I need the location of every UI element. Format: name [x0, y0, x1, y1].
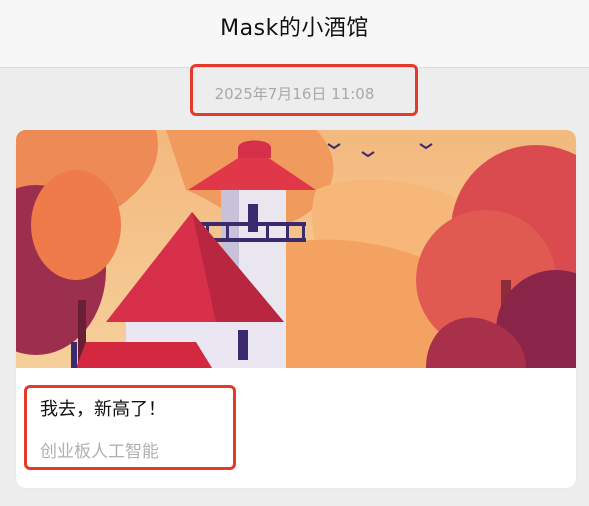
- timestamp-highlight-box: [190, 64, 418, 116]
- nav-bar: Mask的小酒馆: [0, 0, 589, 68]
- article-text-highlight-box: [24, 385, 236, 470]
- article-cover-image: [16, 130, 576, 368]
- chat-title: Mask的小酒馆: [220, 16, 369, 41]
